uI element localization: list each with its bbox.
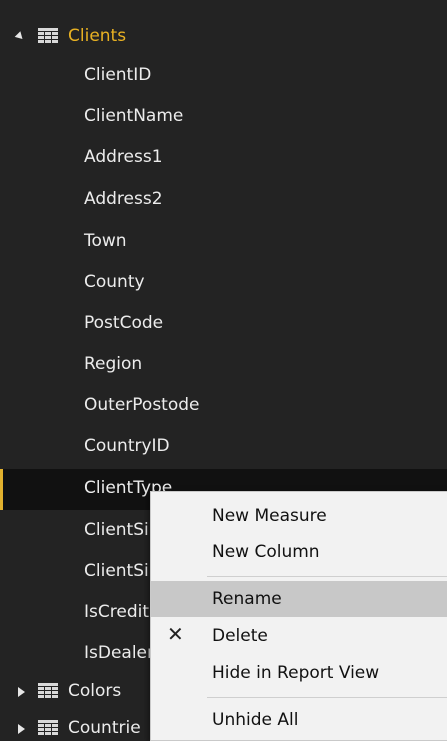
field-label: ClientSi: [84, 561, 149, 581]
field-item[interactable]: ClientName: [0, 97, 447, 138]
field-item[interactable]: OuterPostode: [0, 386, 447, 427]
menu-item-label: New Column: [212, 542, 320, 562]
menu-item-label: New Measure: [212, 506, 327, 526]
field-label: ClientID: [84, 65, 152, 85]
field-label: OuterPostode: [84, 395, 200, 415]
field-item[interactable]: Address1: [0, 138, 447, 179]
menu-item-rename[interactable]: Rename: [151, 581, 447, 617]
field-label: Address2: [84, 189, 163, 209]
field-label: IsCredit: [84, 602, 149, 622]
menu-separator: [207, 576, 447, 577]
table-name-clients: Clients: [68, 26, 127, 46]
menu-separator: [207, 697, 447, 698]
menu-item-label: Rename: [212, 589, 282, 609]
triangle-collapsed-icon[interactable]: [18, 724, 25, 734]
menu-item-delete[interactable]: ✕ Delete: [151, 618, 447, 654]
field-item[interactable]: Town: [0, 222, 447, 263]
menu-item-new-measure[interactable]: New Measure: [151, 498, 447, 534]
field-label: ClientName: [84, 106, 184, 126]
table-icon: [38, 28, 58, 43]
context-menu: New Measure New Column Rename ✕ Delete H…: [150, 491, 447, 741]
field-item[interactable]: PostCode: [0, 304, 447, 345]
field-label: Town: [84, 231, 127, 251]
menu-item-label: Unhide All: [212, 710, 299, 730]
menu-item-label: Hide in Report View: [212, 663, 380, 683]
field-item[interactable]: ClientID: [0, 56, 447, 97]
field-label: County: [84, 272, 145, 292]
menu-item-new-column[interactable]: New Column: [151, 534, 447, 570]
field-label: CountryID: [84, 436, 170, 456]
table-icon: [38, 683, 58, 698]
field-label: IsDealer: [84, 643, 155, 663]
table-name-colors: Colors: [68, 681, 122, 701]
menu-item-label: Delete: [212, 626, 268, 646]
menu-item-unhide-all[interactable]: Unhide All: [151, 702, 447, 738]
field-item[interactable]: Address2: [0, 180, 447, 221]
table-icon: [38, 720, 58, 735]
close-x-icon: ✕: [167, 622, 184, 646]
field-item[interactable]: Region: [0, 345, 447, 386]
field-item[interactable]: CountryID: [0, 427, 447, 468]
triangle-expanded-icon[interactable]: [14, 31, 26, 42]
menu-item-hide-in-report-view[interactable]: Hide in Report View: [151, 655, 447, 691]
field-label: ClientSi: [84, 520, 149, 540]
field-item[interactable]: County: [0, 263, 447, 304]
field-label: PostCode: [84, 313, 164, 333]
field-label: Address1: [84, 147, 163, 167]
triangle-collapsed-icon[interactable]: [18, 687, 25, 697]
table-clients[interactable]: Clients: [0, 17, 447, 58]
field-label: Region: [84, 354, 143, 374]
table-name-countries: Countrie: [68, 718, 141, 738]
